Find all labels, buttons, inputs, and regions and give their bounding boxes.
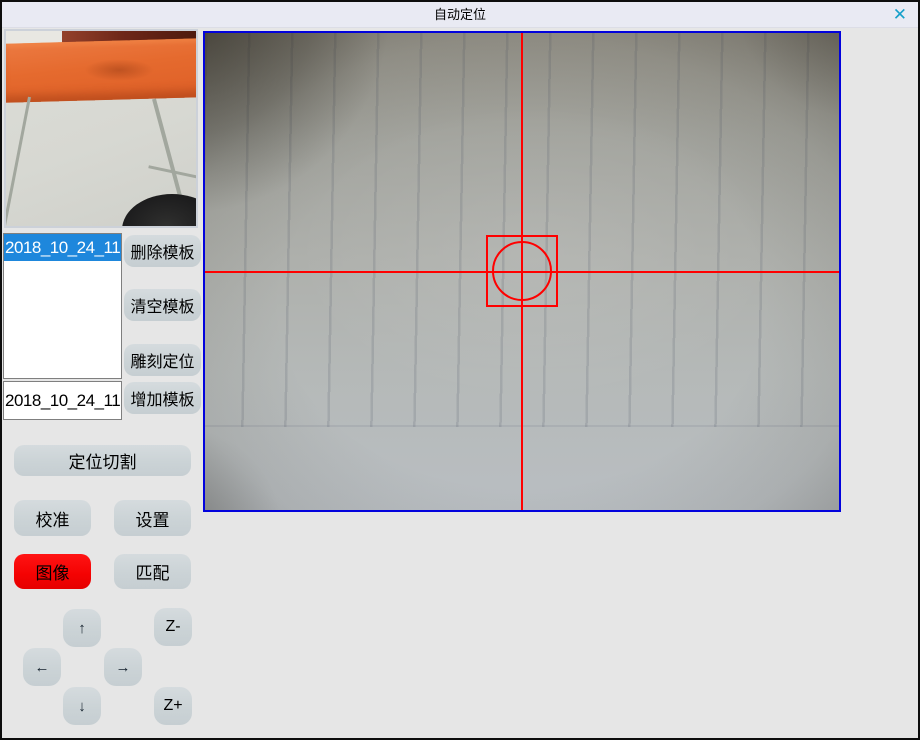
thumbnail-plank-smudge (84, 59, 154, 81)
jog-up-button[interactable]: ↑ (63, 609, 101, 647)
jog-z-plus-button[interactable]: Z+ (154, 687, 192, 725)
clear-templates-button[interactable]: 清空模板 (124, 289, 201, 321)
image-button[interactable]: 图像 (14, 554, 91, 589)
add-template-button[interactable]: 增加模板 (124, 382, 201, 414)
match-button[interactable]: 匹配 (114, 554, 191, 589)
position-cut-button[interactable]: 定位切割 (14, 445, 191, 476)
template-thumbnail (4, 29, 198, 228)
titlebar: 自动定位 ✕ (2, 2, 918, 28)
camera-view (203, 31, 841, 512)
auto-position-window: 自动定位 ✕ 2018_10_24_11 删除模板 清空模板 雕刻定位 增加模板… (0, 0, 920, 740)
delete-template-button[interactable]: 删除模板 (124, 235, 201, 267)
window-title: 自动定位 (2, 2, 918, 28)
template-list-item[interactable]: 2018_10_24_11 (4, 234, 121, 261)
target-circle-overlay (492, 241, 552, 301)
jog-down-button[interactable]: ↓ (63, 687, 101, 725)
jog-right-button[interactable]: → (104, 648, 142, 686)
jog-left-button[interactable]: ← (23, 648, 61, 686)
settings-button[interactable]: 设置 (114, 500, 191, 536)
template-list[interactable]: 2018_10_24_11 (3, 233, 122, 379)
close-icon[interactable]: ✕ (893, 5, 907, 25)
calibrate-button[interactable]: 校准 (14, 500, 91, 536)
template-name-input[interactable] (3, 381, 122, 420)
jog-z-minus-button[interactable]: Z- (154, 608, 192, 646)
engrave-position-button[interactable]: 雕刻定位 (124, 344, 201, 376)
